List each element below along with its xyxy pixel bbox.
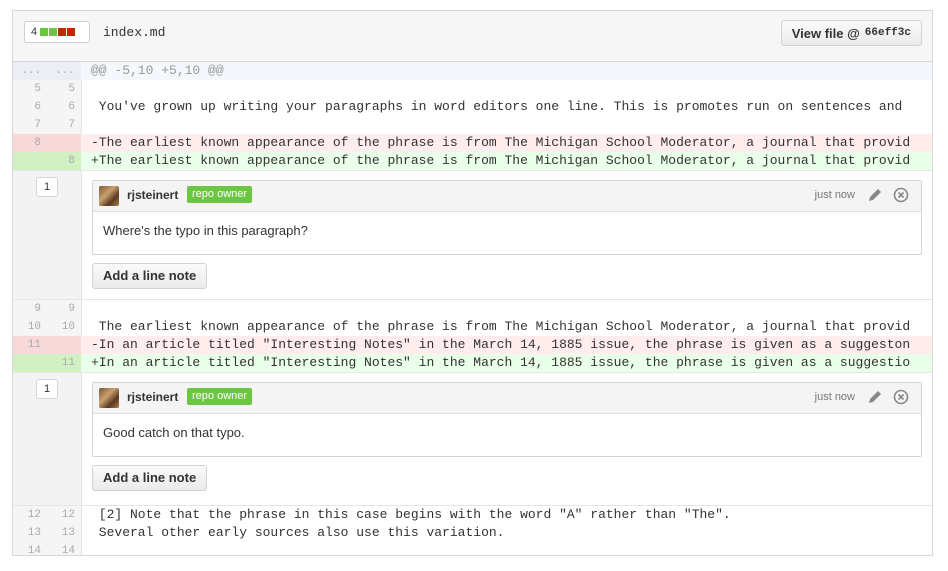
code-text: +The earliest known appearance of the ph… [81,152,932,170]
diff-line-deleted: 11 -In an article titled "Interesting No… [13,336,932,354]
diff-line-deleted: 8 -The earliest known appearance of the … [13,134,932,152]
code-text: -In an article titled "Interesting Notes… [81,336,932,354]
line-number-new[interactable]: 7 [47,116,81,134]
comment-count[interactable]: 1 [36,379,58,399]
diffstat[interactable]: 4 [24,21,90,43]
comment-body: Where's the typo in this paragraph? [103,223,308,238]
line-number-new[interactable]: 9 [47,300,81,318]
line-number-old[interactable]: 12 [13,506,47,524]
comment-header: rjsteinert repo owner just now [93,181,921,212]
line-number-new[interactable]: 11 [47,354,81,372]
line-number-old[interactable]: ... [13,62,47,80]
comment-body: Good catch on that typo. [103,425,245,440]
avatar[interactable] [99,388,119,408]
line-number-old[interactable]: 11 [13,336,47,354]
view-file-label: View file @ [791,25,860,41]
line-number-old[interactable]: 6 [13,98,47,116]
line-comment: rjsteinert repo owner just now Where's t… [92,180,922,255]
avatar[interactable] [99,186,119,206]
diff-line: 6 6 You've grown up writing your paragra… [13,98,932,116]
diff-line: 10 10 The earliest known appearance of t… [13,318,932,336]
diff-line: 9 9 [13,300,932,318]
line-number-old[interactable]: 13 [13,524,47,542]
close-circle-icon[interactable] [893,389,909,405]
line-number-old[interactable]: 8 [13,134,47,152]
line-comments: 1 rjsteinert repo owner just now Where's… [13,170,932,300]
code-text: Several other early sources also use thi… [91,525,505,540]
diff-line-added: 11 +In an article titled "Interesting No… [13,354,932,372]
pencil-icon[interactable] [867,389,883,405]
line-number-old[interactable] [13,354,47,372]
line-number-new[interactable] [47,336,81,354]
hunk-header: ... ... @@ -5,10 +5,10 @@ [13,62,932,80]
line-number-old[interactable]: 9 [13,300,47,318]
code-text: [2] Note that the phrase in this case be… [91,507,731,522]
diffstat-add-block [40,28,49,36]
diff-line: 14 14 [13,542,932,555]
close-circle-icon[interactable] [893,187,909,203]
comment-time[interactable]: just now [815,391,855,403]
diffstat-count: 4 [31,26,38,38]
line-number-new[interactable]: 8 [47,152,81,170]
file-name: index.md [103,25,166,40]
diff-file: 4 index.md View file @ 66eff3c ... ... @… [12,10,933,556]
diff-line: 13 13 Several other early sources also u… [13,524,932,542]
comment-author[interactable]: rjsteinert [127,390,178,404]
view-file-sha: 66eff3c [864,27,911,39]
line-number-old[interactable] [13,152,47,170]
line-number-old[interactable]: 5 [13,80,47,98]
comment-time[interactable]: just now [815,189,855,201]
comment-header: rjsteinert repo owner just now [93,383,921,414]
line-number-old[interactable]: 10 [13,318,47,336]
comment-author[interactable]: rjsteinert [127,188,178,202]
diffstat-add-block [49,28,58,36]
code-text: You've grown up writing your paragraphs … [91,99,903,114]
line-number-new[interactable]: 14 [47,542,81,555]
comment-count[interactable]: 1 [36,177,58,197]
diffstat-del-block [58,28,67,36]
line-number-new[interactable]: 13 [47,524,81,542]
comment-gutter: 1 [13,373,82,505]
comment-gutter: 1 [13,171,82,299]
code-text: -The earliest known appearance of the ph… [81,134,932,152]
line-number-new[interactable] [47,134,81,152]
add-line-note-button[interactable]: Add a line note [92,465,208,491]
pencil-icon[interactable] [867,187,883,203]
line-number-new[interactable]: 5 [47,80,81,98]
line-number-new[interactable]: 10 [47,318,81,336]
owner-badge: repo owner [187,388,253,405]
add-line-note-button[interactable]: Add a line note [92,263,208,289]
line-comment: rjsteinert repo owner just now Good catc… [92,382,922,457]
file-header: 4 index.md View file @ 66eff3c [13,11,932,62]
line-number-new[interactable]: ... [47,62,81,80]
diff-line: 7 7 [13,116,932,134]
code-text: The earliest known appearance of the phr… [91,319,911,334]
line-number-new[interactable]: 6 [47,98,81,116]
line-number-old[interactable]: 7 [13,116,47,134]
hunk-text: @@ -5,10 +5,10 @@ [81,62,932,80]
diff-line: 5 5 [13,80,932,98]
diff-line-added: 8 +The earliest known appearance of the … [13,152,932,170]
diff-line: 12 12 [2] Note that the phrase in this c… [13,506,932,524]
owner-badge: repo owner [187,186,253,203]
code-text: +In an article titled "Interesting Notes… [81,354,932,372]
line-number-old[interactable]: 14 [13,542,47,555]
line-comments: 1 rjsteinert repo owner just now Good ca… [13,372,932,506]
line-number-new[interactable]: 12 [47,506,81,524]
view-file-button[interactable]: View file @ 66eff3c [780,20,922,46]
diffstat-del-block [67,28,76,36]
